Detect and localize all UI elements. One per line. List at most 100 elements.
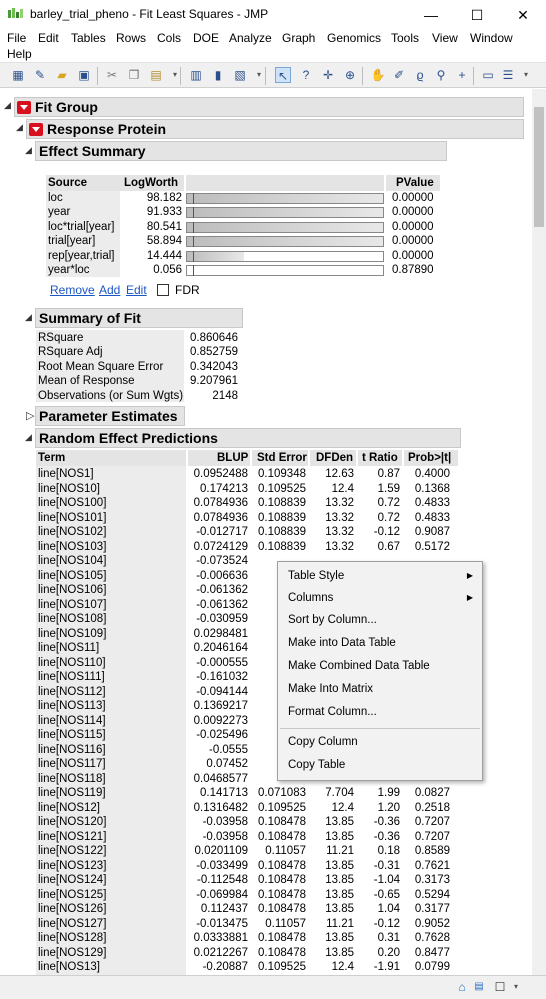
window-list-icon[interactable]: ▤	[471, 979, 487, 995]
red-triangle-menu-icon[interactable]	[29, 123, 43, 136]
col-header-prob-t[interactable]: Prob>|t|	[408, 450, 452, 466]
fit-label-cell: RSquare	[38, 332, 84, 344]
blup-cell: -0.033499	[196, 859, 248, 872]
t-ratio-cell: 1.04	[377, 903, 400, 915]
t-ratio-cell: -0.36	[373, 816, 400, 828]
col-header-logworth[interactable]: LogWorth	[124, 175, 179, 191]
menu-tables[interactable]: Tables	[71, 31, 106, 45]
menu-help[interactable]: Help	[7, 47, 32, 61]
cut-icon[interactable]: ✂	[104, 67, 120, 83]
disclosure-open-icon[interactable]: ◢	[16, 122, 23, 133]
menu-item-copy-table[interactable]: Copy Table	[288, 757, 345, 773]
home-icon[interactable]: ⌂	[454, 979, 470, 995]
menu-item-sort-by-column[interactable]: Sort by Column...	[288, 612, 377, 628]
close-button[interactable]: ✕	[500, 0, 546, 30]
menu-graph[interactable]: Graph	[282, 31, 315, 45]
menu-genomics[interactable]: Genomics	[327, 31, 381, 45]
grabber-icon[interactable]: ✋	[370, 67, 386, 83]
menu-item-make-combined-data-table[interactable]: Make Combined Data Table	[288, 658, 430, 674]
col-header-source[interactable]: Source	[48, 175, 87, 191]
disclosure-closed-icon[interactable]: ▷	[26, 409, 34, 422]
t-ratio-cell: 1.20	[377, 801, 400, 814]
minimize-button[interactable]: —	[408, 0, 454, 30]
outline-effect-summary: Effect Summary	[35, 141, 447, 161]
lasso-icon[interactable]: ϱ	[412, 67, 428, 83]
maximize-button[interactable]: ☐	[454, 0, 500, 30]
data-table-icon[interactable]: ▥	[188, 67, 204, 83]
add-link[interactable]: Add	[99, 283, 120, 297]
menu-doe[interactable]: DOE	[193, 31, 219, 45]
chevron-down-icon[interactable]: ▾	[518, 67, 534, 83]
col-header-term[interactable]: Term	[38, 450, 66, 466]
vertical-scrollbar[interactable]	[532, 89, 546, 975]
fit-model-icon[interactable]: ▧	[232, 67, 248, 83]
menu-item-make-into-matrix[interactable]: Make Into Matrix	[288, 681, 373, 697]
outline-fit-group: Fit Group	[14, 97, 524, 117]
new-table-icon[interactable]: ▦	[10, 67, 26, 83]
save-icon[interactable]: ▣	[76, 67, 92, 83]
col-header-std-error[interactable]: Std Error	[257, 450, 307, 466]
menu-item-copy-column[interactable]: Copy Column	[288, 734, 358, 750]
menu-analyze[interactable]: Analyze	[229, 31, 272, 45]
disclosure-open-icon[interactable]: ◢	[25, 145, 32, 156]
menu-file[interactable]: File	[7, 31, 26, 45]
t-ratio-cell: 0.31	[377, 932, 400, 944]
scrollbar-thumb[interactable]	[534, 107, 544, 227]
brush-icon[interactable]: ✐	[391, 67, 407, 83]
logworth-bar	[187, 194, 383, 203]
std-error-cell: 0.109525	[258, 482, 306, 495]
checkbox-icon[interactable]: ☐	[492, 979, 508, 995]
menu-edit[interactable]: Edit	[38, 31, 59, 45]
magnifier-icon[interactable]: ⚲	[433, 67, 449, 83]
term-cell: line[NOS128]	[38, 932, 107, 944]
help-tool-icon[interactable]: ?	[298, 67, 314, 83]
effect-logworth-cell: 58.894	[146, 235, 182, 248]
line-icon[interactable]: ☰	[500, 67, 516, 83]
new-script-icon[interactable]: ✎	[32, 67, 48, 83]
edit-link[interactable]: Edit	[126, 283, 147, 297]
red-triangle-menu-icon[interactable]	[17, 101, 31, 114]
effect-source-cell: loc*trial[year]	[48, 220, 115, 233]
t-ratio-cell: 0.67	[377, 540, 400, 553]
prob-cell: 0.9052	[414, 917, 450, 930]
open-icon[interactable]: ▰	[54, 67, 70, 83]
remove-link[interactable]: Remove	[50, 283, 95, 297]
report-area: ◢ Fit Group ◢ Response Protein ◢ Effect …	[0, 89, 532, 975]
menu-item-make-into-data-table[interactable]: Make into Data Table	[288, 635, 396, 651]
term-cell: line[NOS100]	[38, 497, 107, 509]
dfden-cell: 11.21	[326, 917, 354, 930]
copy-icon[interactable]: ❐	[126, 67, 142, 83]
menu-item-table-style[interactable]: Table Style	[288, 568, 344, 584]
plus-icon[interactable]: +	[454, 67, 470, 83]
jmp-app-icon	[8, 8, 23, 18]
menu-window[interactable]: Window	[470, 31, 513, 45]
disclosure-open-icon[interactable]: ◢	[25, 312, 32, 323]
chevron-down-icon[interactable]: ▾	[508, 979, 524, 995]
target-icon[interactable]: ⊕	[342, 67, 358, 83]
menu-view[interactable]: View	[432, 31, 458, 45]
col-header-t-ratio[interactable]: t Ratio	[362, 450, 398, 466]
col-header-blup[interactable]: BLUP	[217, 450, 249, 466]
annotate-icon[interactable]: ▭	[480, 67, 496, 83]
blup-cell: 0.0784936	[193, 511, 248, 524]
effect-pvalue-cell: 0.00000	[392, 192, 434, 204]
distribution-icon[interactable]: ▮	[210, 67, 226, 83]
menu-item-columns[interactable]: Columns	[288, 590, 333, 606]
arrow-tool-icon[interactable]: ↖	[275, 67, 291, 83]
col-header-dfden[interactable]: DFDen	[316, 450, 354, 466]
disclosure-open-icon[interactable]: ◢	[25, 432, 32, 443]
menu-cols[interactable]: Cols	[157, 31, 181, 45]
col-header-pvalue[interactable]: PValue	[396, 175, 434, 191]
menu-rows[interactable]: Rows	[116, 31, 146, 45]
paste-icon[interactable]: ▤	[148, 67, 164, 83]
disclosure-open-icon[interactable]: ◢	[4, 100, 11, 111]
dfden-cell: 12.4	[331, 482, 354, 495]
term-cell: line[NOS124]	[38, 874, 107, 886]
logworth-bar	[187, 237, 383, 247]
menu-tools[interactable]: Tools	[391, 31, 419, 45]
t-ratio-cell: -1.04	[373, 874, 400, 886]
fdr-checkbox[interactable]	[157, 284, 169, 296]
menu-item-format-column[interactable]: Format Column...	[288, 704, 377, 720]
std-error-cell: 0.108839	[258, 511, 306, 524]
crosshair-icon[interactable]: ✛	[320, 67, 336, 83]
